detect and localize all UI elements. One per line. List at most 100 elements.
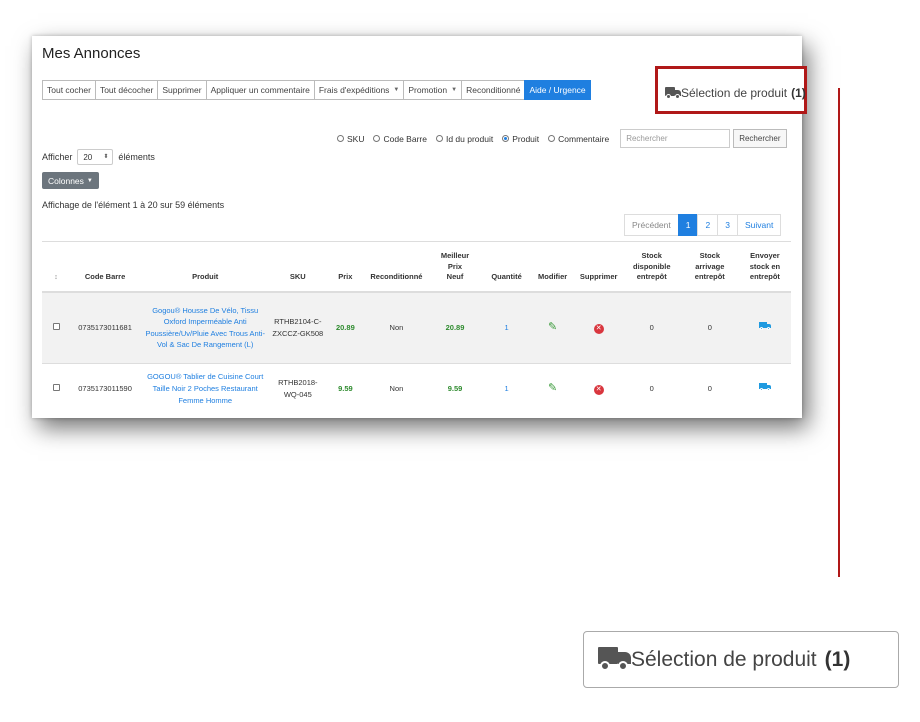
promotion-dropdown[interactable]: Promotion ▼ xyxy=(403,80,463,100)
caret-down-icon: ▼ xyxy=(393,87,400,93)
radio-circle xyxy=(373,135,381,142)
delete-selected-button[interactable]: Supprimer xyxy=(157,80,207,100)
search-input[interactable]: Rechercher xyxy=(620,129,731,148)
send-stock-cell xyxy=(738,291,791,364)
selection-label: Sélection de produit xyxy=(631,647,817,671)
price-cell[interactable]: 20.89 xyxy=(325,291,366,364)
header-label: Produit xyxy=(192,272,219,281)
header-sku[interactable]: SKU xyxy=(270,241,326,293)
shipping-fees-label: Frais d'expéditions xyxy=(318,85,390,95)
radio-label: Id du produit xyxy=(445,133,494,144)
select-arrows-icon: ⬍ xyxy=(103,154,109,160)
header-label: arrivage xyxy=(695,261,725,271)
radio-label: Produit xyxy=(512,133,540,144)
radio-product-id[interactable]: Id du produit xyxy=(435,133,494,144)
deselect-all-label: Tout décocher xyxy=(99,85,154,95)
page-size-suffix: éléments xyxy=(118,152,155,162)
refurbished-label: Reconditionné xyxy=(466,85,521,95)
edit-cell: ✎ xyxy=(530,363,575,414)
product-link[interactable]: Gogou® Housse De Vélo, Tissu Oxford Impe… xyxy=(140,291,271,364)
header-send-stock: Envoyer stock en entrepôt xyxy=(738,241,791,293)
header-edit: Modifier xyxy=(530,241,575,293)
promotion-label: Promotion xyxy=(408,85,448,95)
product-selection-button-zoomed[interactable]: Sélection de produit (1) xyxy=(583,631,899,688)
header-refurbished[interactable]: Reconditionné xyxy=(365,241,428,293)
select-all-button[interactable]: Tout cocher xyxy=(42,80,96,100)
pencil-icon[interactable]: ✎ xyxy=(548,382,557,394)
header-label: Meilleur xyxy=(440,251,470,260)
page-size-prefix: Afficher xyxy=(42,152,73,162)
quantity-cell[interactable]: 1 xyxy=(482,291,531,364)
pagination: Précédent 1 2 3 Suivant xyxy=(624,214,782,236)
delete-circle-icon[interactable]: ✕ xyxy=(593,323,604,334)
truck-icon xyxy=(598,647,631,672)
selection-count: (1) xyxy=(791,86,806,100)
truck-icon[interactable] xyxy=(758,382,771,391)
edit-cell: ✎ xyxy=(530,291,575,364)
header-label: Modifier xyxy=(538,272,568,281)
table-info: Affichage de l'élément 1 à 20 sur 59 élé… xyxy=(42,200,225,210)
help-urgency-button[interactable]: Aide / Urgence xyxy=(524,80,591,100)
header-label: Reconditionné xyxy=(370,272,423,281)
quantity-cell[interactable]: 1 xyxy=(482,363,531,414)
page-size-control: Afficher 20 ⬍ éléments xyxy=(42,149,155,165)
header-best-price[interactable]: Meilleur Prix Neuf xyxy=(427,241,483,293)
row-checkbox-cell xyxy=(42,363,71,414)
best-price-cell: 20.89 xyxy=(427,291,483,364)
refurbished-button[interactable]: Reconditionné xyxy=(461,80,526,100)
header-label: Prix xyxy=(338,272,353,281)
header-label: stock en xyxy=(749,261,781,271)
pagination-page-2[interactable]: 2 xyxy=(697,214,719,236)
product-selection-button[interactable]: Sélection de produit (1) xyxy=(665,86,806,100)
radio-label: Code Barre xyxy=(383,133,427,144)
pagination-page-3[interactable]: 3 xyxy=(717,214,738,236)
radio-barcode[interactable]: Code Barre xyxy=(373,133,427,144)
header-quantity[interactable]: Quantité xyxy=(482,241,531,293)
header-label: Prix xyxy=(447,261,463,271)
caret-down-icon: ▼ xyxy=(451,87,458,93)
price-cell[interactable]: 9.59 xyxy=(325,363,366,414)
callout-connector-line xyxy=(838,88,840,577)
search-bar: SKU Code Barre Id du produit Produit Com… xyxy=(337,129,787,148)
apply-comment-button[interactable]: Appliquer un commentaire xyxy=(205,80,315,100)
select-all-label: Tout cocher xyxy=(47,85,91,95)
sort-header[interactable]: ↕ xyxy=(42,241,71,293)
header-label: Stock xyxy=(641,251,662,260)
header-label: disponible xyxy=(632,261,671,271)
header-stock-warehouse[interactable]: Stock disponible entrepôt xyxy=(622,241,681,293)
header-label: Neuf xyxy=(446,272,464,281)
selection-label: Sélection de produit xyxy=(681,86,788,100)
delete-cell: ✕ xyxy=(574,291,623,364)
table-row: 0735173011590 GOGOU® Tablier de Cuisine … xyxy=(42,363,791,414)
header-price[interactable]: Prix xyxy=(325,241,366,293)
page-size-select[interactable]: 20 ⬍ xyxy=(77,149,114,165)
row-checkbox[interactable] xyxy=(52,383,60,391)
radio-product[interactable]: Produit xyxy=(502,134,539,144)
header-stock-arrival[interactable]: Stock arrivage entrepôt xyxy=(680,241,739,293)
header-label: Supprimer xyxy=(579,272,618,281)
shipping-fees-dropdown[interactable]: Frais d'expéditions ▼ xyxy=(313,80,405,100)
pagination-previous[interactable]: Précédent xyxy=(624,214,679,236)
pencil-icon[interactable]: ✎ xyxy=(548,321,557,333)
header-barcode[interactable]: Code Barre xyxy=(70,241,141,293)
header-product[interactable]: Produit xyxy=(140,241,271,293)
deselect-all-button[interactable]: Tout décocher xyxy=(94,80,159,100)
radio-circle xyxy=(548,135,556,142)
header-label: entrepôt xyxy=(694,272,725,281)
help-urgency-label: Aide / Urgence xyxy=(529,85,586,95)
search-button[interactable]: Rechercher xyxy=(733,129,787,148)
radio-sku[interactable]: SKU xyxy=(337,134,364,144)
stock-arrival-cell: 0 xyxy=(680,363,739,414)
row-checkbox[interactable] xyxy=(52,322,60,330)
stock-arrival-cell: 0 xyxy=(680,291,739,364)
pagination-page-1[interactable]: 1 xyxy=(677,214,699,236)
delete-circle-icon[interactable]: ✕ xyxy=(593,384,604,395)
pagination-next[interactable]: Suivant xyxy=(736,214,782,236)
truck-icon[interactable] xyxy=(758,321,771,330)
radio-comment[interactable]: Commentaire xyxy=(548,134,609,144)
header-delete: Supprimer xyxy=(574,241,623,293)
product-link[interactable]: GOGOU® Tablier de Cuisine Court Taille N… xyxy=(140,363,271,414)
barcode-cell: 0735173011681 xyxy=(70,291,141,364)
columns-dropdown-button[interactable]: Colonnes ▼ xyxy=(42,172,99,189)
table-row: 0735173011681 Gogou® Housse De Vélo, Tis… xyxy=(42,291,791,364)
